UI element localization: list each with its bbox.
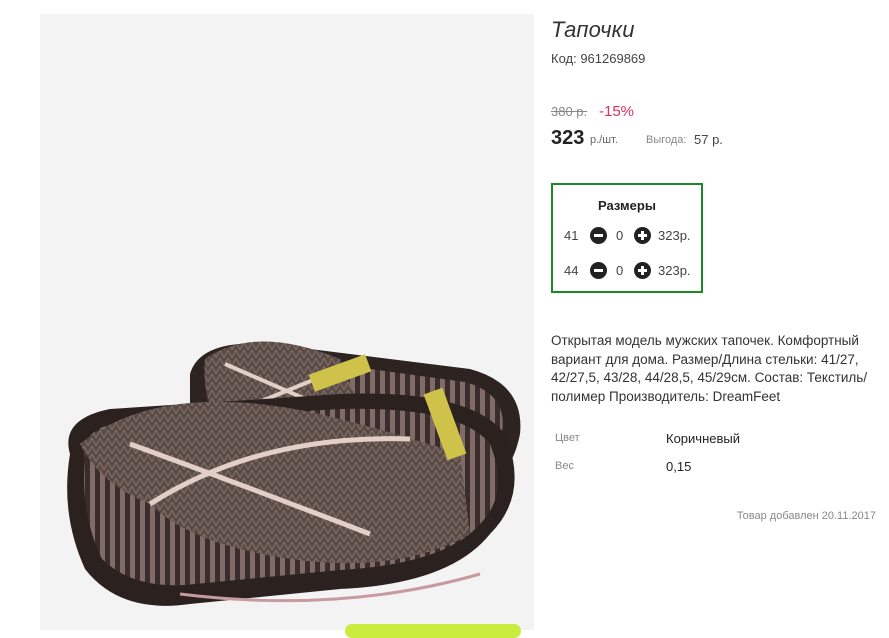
price-unit: р./шт.: [590, 134, 618, 146]
product-description: Открытая модель мужских тапочек. Комфорт…: [551, 333, 868, 404]
product-title: Тапочки: [551, 17, 635, 42]
attribute-value-color: Коричневый: [666, 431, 740, 446]
size-value: 44: [564, 263, 579, 278]
quantity-value: 0: [616, 263, 624, 278]
size-row-44: 44 0 323р.: [563, 261, 703, 281]
sizes-title: Размеры: [598, 198, 656, 213]
sizes-panel: Размеры 41 0 323р. 44 0 323р.: [551, 183, 703, 293]
attribute-label-weight: Вес: [555, 460, 574, 472]
discount-badge: -15%: [599, 103, 635, 120]
increase-quantity-button[interactable]: [634, 262, 651, 279]
saving-label: Выгода:: [646, 134, 687, 146]
attribute-label-color: Цвет: [555, 432, 580, 444]
attribute-value-weight: 0,15: [666, 459, 692, 474]
saving-value: 57 р.: [694, 132, 723, 147]
decrease-quantity-button[interactable]: [590, 262, 607, 279]
quantity-value: 0: [616, 228, 624, 243]
product-photo[interactable]: [40, 14, 534, 630]
increase-quantity-button[interactable]: [634, 227, 651, 244]
old-price: 380 р.: [551, 104, 588, 119]
size-row-41: 41 0 323р.: [563, 226, 703, 246]
add-to-cart-button[interactable]: [345, 624, 521, 638]
product-code: Код: 961269869: [551, 51, 646, 66]
current-price: 323: [551, 127, 585, 149]
added-date: Товар добавлен 20.11.2017: [736, 510, 876, 522]
size-value: 41: [564, 228, 579, 243]
decrease-quantity-button[interactable]: [590, 227, 607, 244]
size-price: 323р.: [658, 228, 691, 243]
size-price: 323р.: [658, 263, 691, 278]
